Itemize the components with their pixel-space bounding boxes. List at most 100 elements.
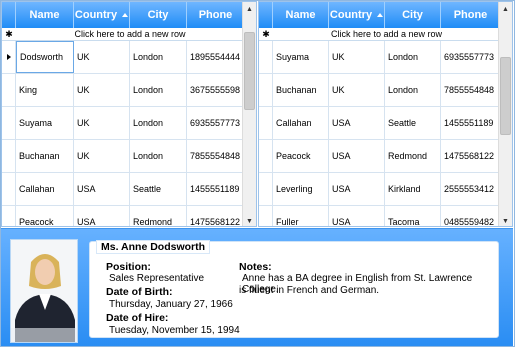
cell-country[interactable]: USA bbox=[329, 206, 385, 226]
table-row[interactable]: Fuller USA Tacoma 0485559482 bbox=[259, 206, 500, 226]
cell-phone[interactable]: 1475568122 bbox=[187, 206, 244, 226]
table-row[interactable]: Buchanan UK London 7855554848 bbox=[259, 74, 500, 107]
cell-city[interactable]: Redmond bbox=[385, 140, 441, 172]
cell-name[interactable]: Callahan bbox=[16, 173, 74, 205]
cell-phone[interactable]: 0485559482 bbox=[441, 206, 500, 226]
employee-photo bbox=[10, 239, 78, 343]
row-indicator[interactable] bbox=[259, 140, 273, 172]
table-row[interactable]: Suyama UK London 6935557773 bbox=[2, 107, 244, 140]
add-new-row[interactable]: ✱ Click here to add a new row bbox=[259, 28, 500, 41]
cell-name[interactable]: Leverling bbox=[273, 173, 329, 205]
cell-country[interactable]: UK bbox=[74, 140, 130, 172]
cell-city[interactable]: Seattle bbox=[385, 107, 441, 139]
cell-country[interactable]: UK bbox=[329, 41, 385, 73]
cell-city[interactable]: London bbox=[130, 74, 187, 106]
table-row[interactable]: Peacock USA Redmond 1475568122 bbox=[259, 140, 500, 173]
column-header-name[interactable]: Name bbox=[16, 2, 74, 28]
column-header-city[interactable]: City bbox=[385, 2, 441, 28]
column-header-label: City bbox=[147, 9, 169, 21]
table-row[interactable]: Buchanan UK London 7855554848 bbox=[2, 140, 244, 173]
scroll-up-icon[interactable]: ▲ bbox=[499, 2, 512, 16]
cell-phone[interactable]: 7855554848 bbox=[187, 140, 244, 172]
new-row-star-icon: ✱ bbox=[262, 28, 270, 39]
cell-country[interactable]: UK bbox=[74, 107, 130, 139]
add-new-row-label: Click here to add a new row bbox=[74, 29, 186, 39]
table-row[interactable]: King UK London 3675555598 bbox=[2, 74, 244, 107]
row-indicator[interactable] bbox=[2, 173, 16, 205]
cell-city[interactable]: Redmond bbox=[130, 206, 187, 226]
scroll-thumb[interactable] bbox=[500, 57, 511, 135]
table-row[interactable]: Leverling USA Kirkland 2555553412 bbox=[259, 173, 500, 206]
row-indicator[interactable] bbox=[259, 206, 273, 226]
cell-city[interactable]: London bbox=[385, 74, 441, 106]
add-new-row[interactable]: ✱ Click here to add a new row bbox=[2, 28, 244, 41]
cell-country[interactable]: USA bbox=[74, 206, 130, 226]
table-row[interactable]: Suyama UK London 6935557773 bbox=[259, 41, 500, 74]
cell-name[interactable]: Peacock bbox=[273, 140, 329, 172]
cell-country[interactable]: UK bbox=[74, 74, 130, 106]
cell-name[interactable]: Suyama bbox=[273, 41, 329, 73]
hire-date-value: Tuesday, November 15, 1994 bbox=[109, 325, 240, 336]
cell-city[interactable]: London bbox=[385, 41, 441, 73]
cell-name[interactable]: King bbox=[16, 74, 74, 106]
cell-country[interactable]: USA bbox=[329, 173, 385, 205]
cell-country[interactable]: USA bbox=[74, 173, 130, 205]
cell-phone[interactable]: 6935557773 bbox=[441, 41, 500, 73]
column-header-phone[interactable]: Phone bbox=[441, 2, 500, 28]
cell-phone[interactable]: 6935557773 bbox=[187, 107, 244, 139]
dob-value: Thursday, January 27, 1966 bbox=[109, 299, 233, 310]
right-vertical-scrollbar[interactable]: ▲ ▼ bbox=[498, 2, 512, 226]
scroll-down-icon[interactable]: ▼ bbox=[499, 214, 512, 226]
cell-phone[interactable]: 7855554848 bbox=[441, 74, 500, 106]
table-row[interactable]: Dodsworth UK London 1895554444 bbox=[2, 41, 244, 74]
left-vertical-scrollbar[interactable]: ▲ ▼ bbox=[242, 2, 256, 226]
cell-country[interactable]: UK bbox=[74, 41, 130, 73]
cell-city[interactable]: Tacoma bbox=[385, 206, 441, 226]
column-header-name[interactable]: Name bbox=[273, 2, 329, 28]
cell-city[interactable]: Seattle bbox=[130, 173, 187, 205]
employee-info-card: Ms. Anne Dodsworth Position: Sales Repre… bbox=[89, 240, 499, 338]
row-indicator[interactable] bbox=[2, 41, 16, 73]
column-header-country[interactable]: Country bbox=[329, 2, 385, 28]
column-header-phone[interactable]: Phone bbox=[187, 2, 244, 28]
scroll-thumb[interactable] bbox=[244, 32, 255, 110]
cell-city[interactable]: London bbox=[130, 140, 187, 172]
cell-name[interactable]: Callahan bbox=[273, 107, 329, 139]
column-header-city[interactable]: City bbox=[130, 2, 187, 28]
column-header-label: Name bbox=[29, 9, 60, 21]
cell-city[interactable]: Kirkland bbox=[385, 173, 441, 205]
scroll-down-icon[interactable]: ▼ bbox=[243, 214, 256, 226]
table-row[interactable]: Callahan USA Seattle 1455551189 bbox=[259, 107, 500, 140]
cell-city[interactable]: London bbox=[130, 107, 187, 139]
cell-phone[interactable]: 2555553412 bbox=[441, 173, 500, 205]
row-indicator[interactable] bbox=[2, 74, 16, 106]
row-indicator[interactable] bbox=[259, 41, 273, 73]
cell-name[interactable]: Buchanan bbox=[273, 74, 329, 106]
cell-name[interactable]: Dodsworth bbox=[16, 41, 74, 73]
current-row-arrow-icon bbox=[6, 54, 11, 60]
cell-name[interactable]: Suyama bbox=[16, 107, 74, 139]
cell-phone[interactable]: 1475568122 bbox=[441, 140, 500, 172]
row-indicator[interactable] bbox=[259, 74, 273, 106]
row-indicator[interactable] bbox=[259, 107, 273, 139]
row-indicator[interactable] bbox=[2, 206, 16, 226]
table-row[interactable]: Callahan USA Seattle 1455551189 bbox=[2, 173, 244, 206]
scroll-up-icon[interactable]: ▲ bbox=[243, 2, 256, 16]
row-indicator[interactable] bbox=[2, 107, 16, 139]
row-indicator[interactable] bbox=[2, 140, 16, 172]
cell-city[interactable]: London bbox=[130, 41, 187, 73]
cell-name[interactable]: Buchanan bbox=[16, 140, 74, 172]
cell-phone[interactable]: 1895554444 bbox=[187, 41, 244, 73]
cell-phone[interactable]: 3675555598 bbox=[187, 74, 244, 106]
cell-phone[interactable]: 1455551189 bbox=[187, 173, 244, 205]
cell-country[interactable]: USA bbox=[329, 140, 385, 172]
cell-country[interactable]: USA bbox=[329, 107, 385, 139]
cell-name[interactable]: Peacock bbox=[16, 206, 74, 226]
row-indicator[interactable] bbox=[259, 173, 273, 205]
column-header-country[interactable]: Country bbox=[74, 2, 130, 28]
cell-country[interactable]: UK bbox=[329, 74, 385, 106]
cell-phone[interactable]: 1455551189 bbox=[441, 107, 500, 139]
right-grid: Name Country City Phone ✱ Click here to … bbox=[258, 1, 513, 227]
cell-name[interactable]: Fuller bbox=[273, 206, 329, 226]
table-row[interactable]: Peacock USA Redmond 1475568122 bbox=[2, 206, 244, 226]
